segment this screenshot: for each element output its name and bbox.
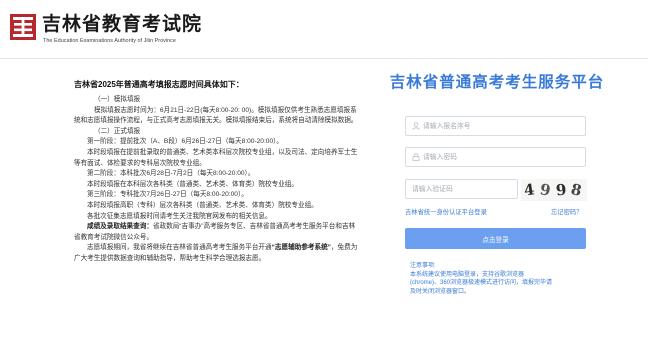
captcha-char: 4 bbox=[522, 180, 536, 200]
header-divider bbox=[0, 58, 648, 59]
notice-line: 模拟填报志愿时间为：6月21日-22日(每天8:00-20: 00)。模拟填报仅… bbox=[74, 106, 358, 125]
captcha-field[interactable] bbox=[405, 179, 562, 199]
notice-line: 第二阶段：本科批次6月28日-7月2日（每天8:00-20:00）。 bbox=[87, 170, 255, 178]
username-input[interactable] bbox=[423, 117, 573, 135]
education-authority-logo bbox=[10, 14, 36, 40]
notice-line: （一）模拟填报 bbox=[94, 96, 141, 103]
site-title: 吉林省教育考试院 bbox=[42, 14, 203, 35]
site-subtitle: The Education Examinations Authority of … bbox=[43, 38, 176, 44]
notice-results-line: 咸绩及录取结果查询：省政数局“吉事办”高考服务专区、吉林省普通高考考生服务平台和… bbox=[74, 222, 360, 243]
forgot-password-link[interactable]: 忘记密码？ bbox=[551, 207, 582, 216]
notice-assist-line: 志愿填报期间，我省将继续在吉林省普通高考考生服务平台开通“志愿辅助参考系统”，免… bbox=[74, 243, 360, 264]
tips-panel: 注意事项: 本系统建议使用电脑登录，支持谷歌浏览器 (chrome)、360浏览… bbox=[410, 262, 588, 296]
tips-line: 本系统建议使用电脑登录，支持谷歌浏览器 bbox=[410, 271, 525, 278]
captcha-char: 9 bbox=[555, 180, 568, 200]
notice-line: 各批次征集志愿填报时间请考生关注我院官网发布的相关信息。 bbox=[87, 212, 272, 220]
notice-line: 第一阶段：提前批次（A、B段）6月26日-27日（每天8:00-20:00）。 bbox=[87, 138, 284, 146]
captcha-char: 9 bbox=[538, 180, 552, 200]
tips-title: 注意事项: bbox=[410, 263, 436, 269]
tips-line: 及时关闭浏览器窗口。 bbox=[410, 288, 471, 295]
unified-auth-login-link[interactable]: 吉林省统一身份认证平台登录 bbox=[405, 207, 487, 216]
assist-system-name: “志愿辅助参考系统” bbox=[271, 244, 331, 252]
lock-icon bbox=[412, 153, 420, 161]
notice-line: （二）正式填报 bbox=[94, 127, 141, 135]
captcha-image[interactable]: 4 9 9 8 bbox=[521, 179, 587, 201]
tips-line: (chrome)、360浏览器极速模式进行访问，填报完毕请 bbox=[410, 280, 553, 286]
notice-line: 本时段填报在本科层次各科类（普通类、艺术类、体育类）院校专业组。 bbox=[87, 180, 298, 188]
login-button[interactable]: 点击登录 bbox=[405, 228, 586, 249]
username-field[interactable] bbox=[405, 116, 586, 136]
platform-title: 吉林省普通高考考生服务平台 bbox=[389, 74, 605, 91]
password-input[interactable] bbox=[423, 148, 573, 166]
password-field[interactable] bbox=[405, 147, 586, 167]
notice-panel: 吉林省2025年普通高考填报志愿时间具体如下： （一）模拟填报 模拟填报志愿时间… bbox=[74, 79, 360, 265]
notice-line: 第三阶段：专科批次7月26日-27日（每天8:00-20:00）。 bbox=[87, 191, 248, 199]
assist-text-pre: 志愿填报期间，我省将继续在吉林省普通高考考生服务平台开通 bbox=[87, 244, 272, 252]
notice-line: 本时段填报在提前批录取的普通类、艺术类本科层次院校专业组，以及司法、定向培养军士… bbox=[74, 148, 358, 167]
results-label: 咸绩及录取结果查询： bbox=[87, 223, 153, 231]
notice-line: 本时段填报高职（专科）层次各科类（普通类、艺术类、体育类）院校专业组。 bbox=[87, 201, 318, 209]
captcha-char: 8 bbox=[569, 180, 584, 200]
user-icon bbox=[412, 122, 420, 130]
notice-title: 吉林省2025年普通高考填报志愿时间具体如下： bbox=[74, 80, 244, 89]
